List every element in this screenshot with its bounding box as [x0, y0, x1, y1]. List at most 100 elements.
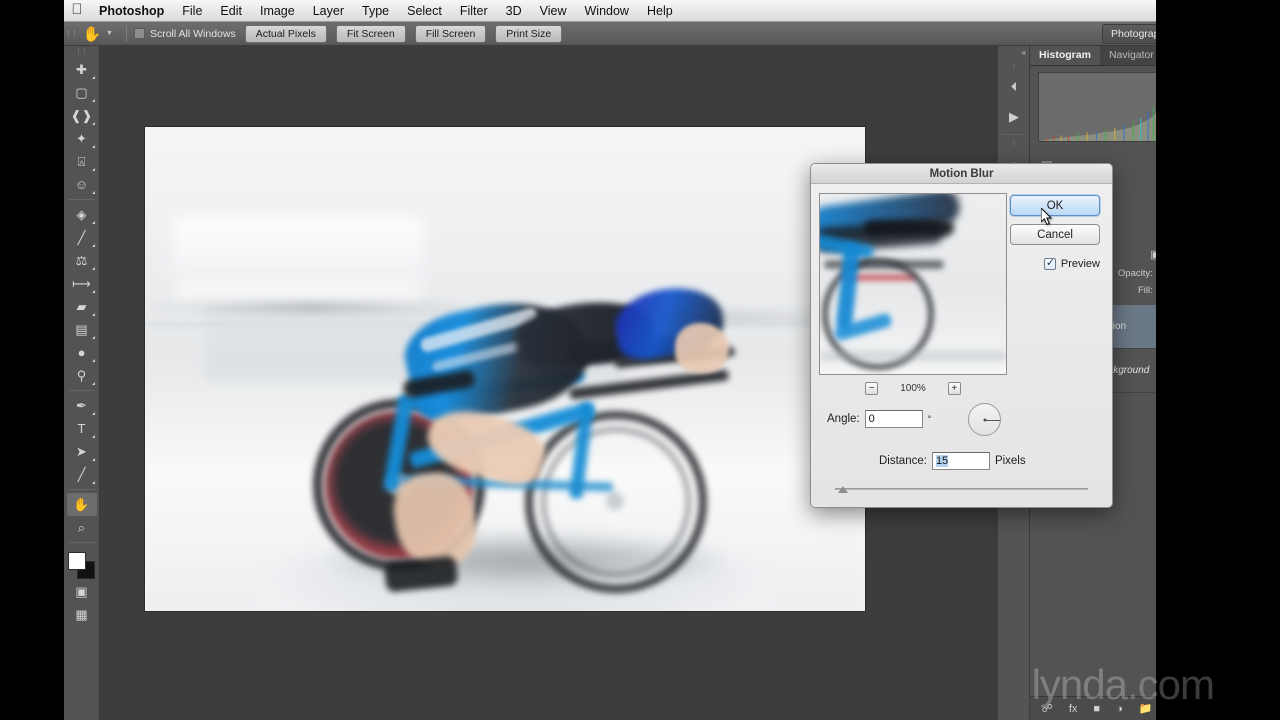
distance-slider[interactable] [835, 486, 1088, 492]
photo-front-hub [606, 492, 624, 510]
photoshop-window:  Photoshop File Edit Image Layer Type S… [0, 0, 1280, 720]
menu-image[interactable]: Image [251, 0, 304, 22]
watermark-text: lynda [1032, 661, 1127, 708]
menu-filter[interactable]: Filter [451, 0, 497, 22]
slider-track [835, 488, 1088, 490]
mouse-pointer [1041, 208, 1053, 226]
divider [69, 489, 95, 490]
color-swatches[interactable] [67, 552, 97, 580]
ok-button[interactable]: OK [1010, 195, 1100, 216]
checkbox-checked-icon [1044, 258, 1056, 270]
move-tool[interactable]: ✚ [67, 58, 97, 81]
eyedropper-tool[interactable]: ☺ [67, 173, 97, 196]
menu-photoshop[interactable]: Photoshop [90, 0, 173, 22]
lasso-tool[interactable]: ❰❱ [67, 104, 97, 127]
options-bar-grip[interactable]: ⋮⋮ [64, 22, 78, 45]
toolbox: ⋮⋮ ✚ ▢ ❰❱ ✦ ⍓ ☺ ◈ ╱ ⚖ ⟼ ▰ ▤ ● ⚲ ✒ T ➤ ╱ … [64, 46, 100, 720]
slider-thumb[interactable] [838, 486, 848, 493]
preview-label: Preview [1061, 258, 1100, 270]
zoom-out-icon[interactable]: − [865, 382, 878, 395]
menu-select[interactable]: Select [398, 0, 451, 22]
healing-brush-tool[interactable]: ◈ [67, 203, 97, 226]
divider [69, 390, 95, 391]
dialog-title: Motion Blur [811, 164, 1112, 184]
history-brush-tool[interactable]: ⟼ [67, 272, 97, 295]
fill-label: Fill: [1138, 285, 1153, 296]
image-canvas[interactable] [145, 127, 865, 611]
cancel-button[interactable]: Cancel [1010, 224, 1100, 245]
watermark-suffix: .com [1127, 661, 1214, 708]
path-selection-tool[interactable]: ➤ [67, 440, 97, 463]
divider [1001, 134, 1026, 135]
rail-grip[interactable]: ⋮ [998, 60, 1029, 72]
rail-grip[interactable]: ⋮ [998, 137, 1029, 149]
dialog-preview-thumbnail[interactable] [819, 193, 1007, 375]
dodge-tool[interactable]: ⚲ [67, 364, 97, 387]
apple-logo-icon[interactable]:  [64, 2, 90, 19]
menu-file[interactable]: File [173, 0, 211, 22]
pen-tool[interactable]: ✒ [67, 394, 97, 417]
menu-3d[interactable]: 3D [497, 0, 531, 22]
tab-histogram[interactable]: Histogram [1030, 45, 1100, 65]
photo-rider-face [675, 323, 729, 373]
menu-window[interactable]: Window [576, 0, 638, 22]
menu-edit[interactable]: Edit [211, 0, 251, 22]
preview-checkbox[interactable]: Preview [1044, 258, 1100, 270]
toolbox-grip[interactable]: ⋮⋮ [76, 50, 88, 54]
menu-help[interactable]: Help [638, 0, 682, 22]
zoom-level-label: 100% [900, 383, 926, 394]
scroll-all-windows-label: Scroll All Windows [150, 28, 236, 40]
clone-stamp-tool[interactable]: ⚖ [67, 249, 97, 272]
motion-blur-dialog[interactable]: Motion Blur − 100% + OK Cancel Preview [810, 163, 1113, 508]
zoom-tool[interactable]: ⌕ [67, 516, 97, 539]
marquee-tool[interactable]: ▢ [67, 81, 97, 104]
lynda-watermark: lynda.com [1032, 664, 1214, 706]
foreground-color-swatch[interactable] [68, 552, 86, 570]
motion-streak [145, 303, 475, 312]
blur-tool[interactable]: ● [67, 341, 97, 364]
divider [126, 26, 127, 42]
menu-type[interactable]: Type [353, 0, 398, 22]
fit-screen-button[interactable]: Fit Screen [336, 25, 406, 43]
type-tool[interactable]: T [67, 417, 97, 440]
actual-pixels-button[interactable]: Actual Pixels [245, 25, 327, 43]
dialog-zoom-controls: − 100% + [819, 382, 1007, 395]
crop-tool[interactable]: ⍓ [67, 150, 97, 173]
menu-view[interactable]: View [531, 0, 576, 22]
angle-input[interactable]: 0 [865, 410, 923, 428]
letterbox-right [1156, 0, 1220, 720]
screen-mode-icon[interactable]: ▦ [67, 603, 97, 626]
chevron-down-icon[interactable]: ▼ [106, 30, 119, 37]
hand-tool[interactable]: ✋ [67, 493, 97, 516]
gradient-tool[interactable]: ▤ [67, 318, 97, 341]
angle-dial-center [983, 418, 986, 421]
divider [69, 542, 95, 543]
distance-input[interactable]: 15 [932, 452, 990, 470]
print-size-button[interactable]: Print Size [495, 25, 562, 43]
angle-unit: ° [928, 414, 932, 424]
angle-dial[interactable] [968, 403, 1001, 436]
brush-tool[interactable]: ╱ [67, 226, 97, 249]
fill-screen-button[interactable]: Fill Screen [415, 25, 487, 43]
distance-unit: Pixels [995, 455, 1026, 467]
scroll-all-windows-checkbox[interactable]: Scroll All Windows [134, 28, 236, 40]
angle-dial-needle [985, 420, 1000, 421]
hand-tool-icon[interactable]: ✋ [78, 25, 106, 43]
angle-row: Angle: 0 ° [827, 410, 931, 428]
actions-panel-icon[interactable]: ▶ [998, 102, 1030, 132]
menu-layer[interactable]: Layer [304, 0, 353, 22]
quick-mask-icon[interactable]: ▣ [67, 580, 97, 603]
tab-navigator[interactable]: Navigator [1100, 46, 1163, 65]
options-bar: ⋮⋮ ✋ ▼ Scroll All Windows Actual Pixels … [64, 22, 1216, 46]
magic-wand-tool[interactable]: ✦ [67, 127, 97, 150]
distance-value: 15 [936, 455, 948, 467]
letterbox-left [0, 0, 64, 720]
eraser-tool[interactable]: ▰ [67, 295, 97, 318]
expand-panels-icon[interactable]: « [1022, 48, 1026, 57]
distance-label: Distance: [879, 455, 927, 467]
line-tool[interactable]: ╱ [67, 463, 97, 486]
history-panel-icon[interactable]: ⏴ [998, 72, 1030, 102]
checkbox-box [134, 28, 145, 39]
opacity-label: Opacity: [1118, 268, 1153, 279]
zoom-in-icon[interactable]: + [948, 382, 961, 395]
